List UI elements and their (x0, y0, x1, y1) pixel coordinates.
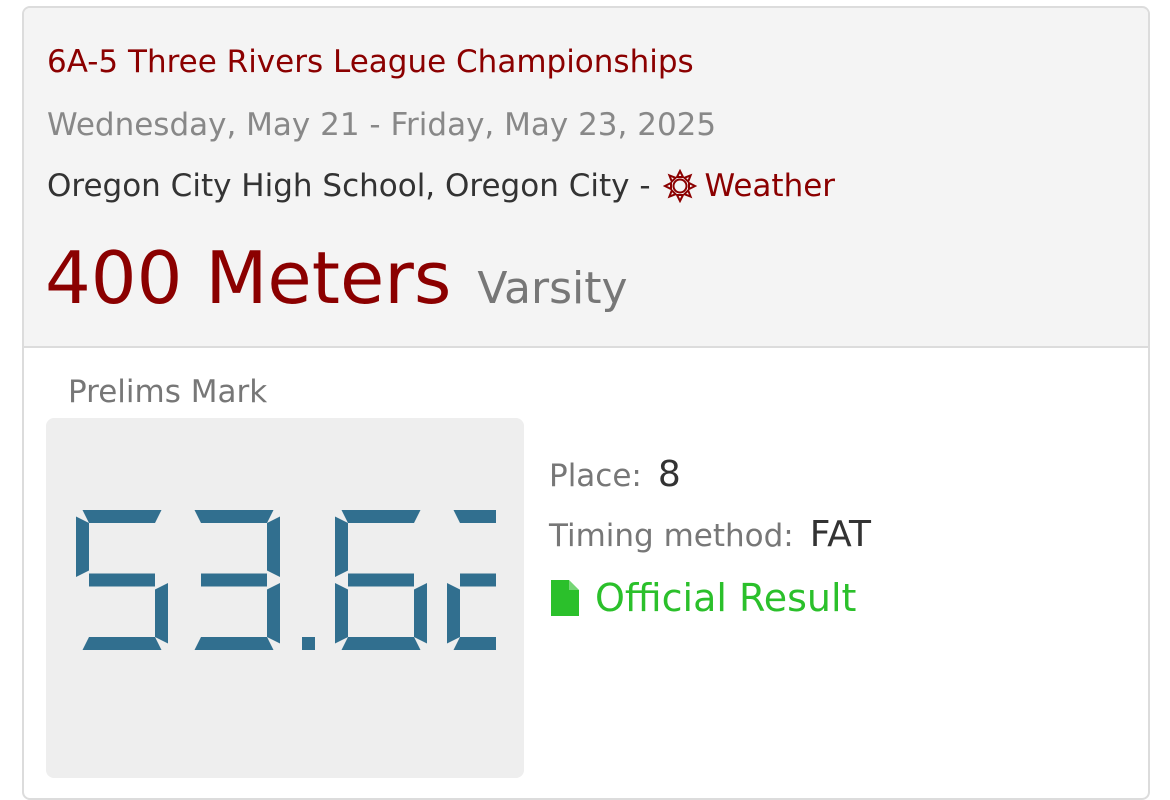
timing-label: Timing method: (549, 518, 794, 554)
digit-5 (76, 510, 168, 650)
digit-segment-g (460, 573, 496, 587)
mark-display (46, 418, 524, 778)
seven-segment-mark (76, 510, 496, 650)
digit-segment-c (267, 583, 280, 644)
digit-segment-d (82, 637, 162, 650)
digit-segment-e (447, 583, 460, 644)
place-label: Place: (549, 458, 642, 494)
meet-location-text: Oregon City High School, Oregon City - (47, 168, 651, 204)
digit-segment-a (194, 510, 274, 523)
document-icon (551, 580, 579, 616)
event-heading: 400 Meters Varsity (45, 236, 628, 320)
digit-segment-d (453, 637, 496, 650)
digit-segment-g (89, 573, 155, 587)
official-result-label: Official Result (595, 576, 857, 620)
digit-segment-c (155, 583, 168, 644)
digit-segment-f (335, 516, 348, 577)
place-value: 8 (657, 454, 681, 495)
weather-label: Weather (704, 168, 836, 204)
digit-segment-a (341, 510, 421, 523)
event-level: Varsity (477, 263, 628, 314)
mark-label: Prelims Mark (68, 374, 268, 410)
digit-segment-a (453, 510, 496, 523)
digit-3 (194, 510, 280, 650)
card-header: 6A-5 Three Rivers League Championships W… (24, 8, 1148, 348)
decimal-point (302, 637, 315, 650)
result-details: Place: 8 Timing method: FAT Official Res… (549, 454, 871, 620)
digit-segment-g (201, 573, 267, 587)
timing-row: Timing method: FAT (549, 514, 871, 574)
digit-segment-e (335, 583, 348, 644)
event-name: 400 Meters (45, 236, 452, 320)
digit-segment-d (194, 637, 274, 650)
digit-segment-f (76, 516, 89, 577)
timing-value: FAT (809, 514, 871, 555)
meet-location: Oregon City High School, Oregon City - W… (47, 168, 835, 204)
digit-segment-b (267, 516, 280, 577)
result-card: 6A-5 Three Rivers League Championships W… (22, 6, 1150, 800)
digit-segment-g (348, 573, 414, 587)
digit-segment-a (82, 510, 162, 523)
weather-link[interactable]: Weather (662, 168, 836, 204)
sun-icon (662, 169, 697, 203)
meet-dates: Wednesday, May 21 - Friday, May 23, 2025 (47, 107, 717, 143)
digit-segment-c (414, 583, 427, 644)
meet-title[interactable]: 6A-5 Three Rivers League Championships (47, 44, 694, 80)
place-row: Place: 8 (549, 454, 871, 514)
official-result-link[interactable]: Official Result (549, 576, 871, 620)
digit-2 (447, 510, 496, 650)
digit-segment-d (341, 637, 421, 650)
digit-6 (335, 510, 427, 650)
